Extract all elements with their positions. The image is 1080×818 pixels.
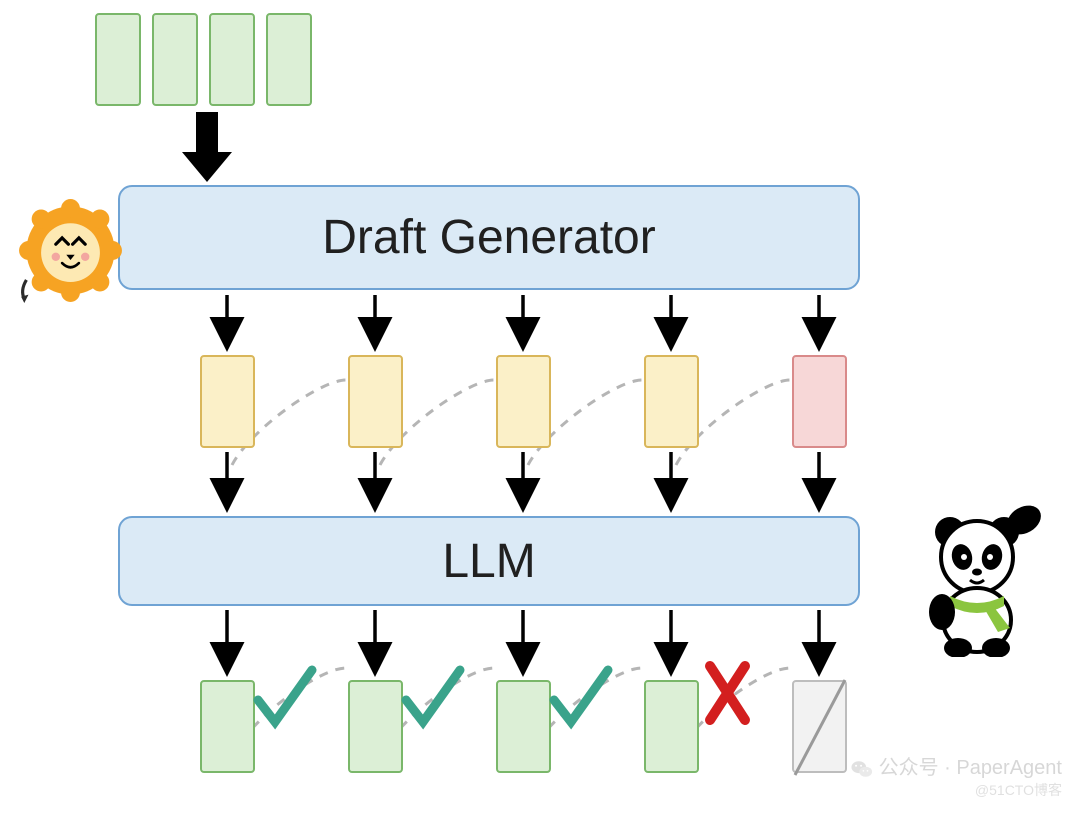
draft-token	[200, 355, 255, 448]
output-token	[200, 680, 255, 773]
arrows-tokens-to-llm	[227, 452, 819, 506]
input-token	[95, 13, 141, 106]
panda-icon	[912, 502, 1052, 657]
arrows-llm-to-output	[227, 610, 819, 670]
input-token	[209, 13, 255, 106]
draft-generator-box: Draft Generator	[118, 185, 860, 290]
llm-box: LLM	[118, 516, 860, 606]
arrows-draft-to-tokens	[227, 295, 819, 345]
watermark: 公众号 · PaperAgent @51CTO博客	[851, 751, 1062, 800]
wechat-icon	[851, 759, 873, 779]
output-token	[496, 680, 551, 773]
output-token-discarded	[792, 680, 847, 773]
lion-icon	[18, 198, 123, 303]
check-icon	[406, 670, 460, 722]
input-token	[152, 13, 198, 106]
watermark-line2: @51CTO博客	[851, 780, 1062, 800]
output-token	[348, 680, 403, 773]
draft-token	[496, 355, 551, 448]
cross-icon	[710, 666, 745, 720]
draft-token	[644, 355, 699, 448]
check-icon	[554, 670, 608, 722]
draft-token	[348, 355, 403, 448]
output-token	[644, 680, 699, 773]
watermark-line1: 公众号 · PaperAgent	[879, 757, 1062, 779]
draft-generator-label: Draft Generator	[322, 210, 655, 265]
arrow-input-to-draft	[182, 112, 232, 182]
draft-token-rejected	[792, 355, 847, 448]
check-icon	[258, 670, 312, 722]
llm-label: LLM	[442, 534, 535, 589]
input-token	[266, 13, 312, 106]
